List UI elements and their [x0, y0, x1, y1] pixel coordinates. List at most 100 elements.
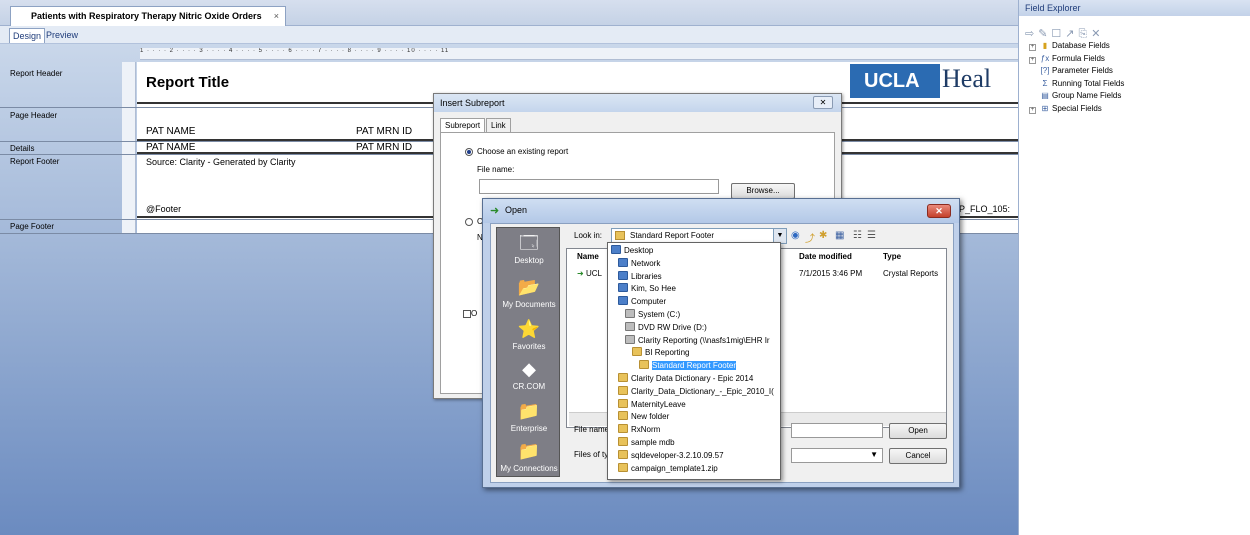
- section-report-footer[interactable]: Report Footer: [10, 157, 59, 166]
- browse-button[interactable]: Browse...: [731, 183, 795, 199]
- checkbox-icon[interactable]: [463, 309, 471, 318]
- files-of-type-select[interactable]: ▼: [791, 448, 883, 463]
- place-cr-com[interactable]: ◆ CR.COM: [497, 358, 561, 391]
- footer-formula-field[interactable]: @Footer: [146, 204, 181, 214]
- expand-icon[interactable]: +: [1029, 44, 1036, 51]
- dropdown-item[interactable]: Computer: [618, 296, 666, 307]
- tab-preview[interactable]: Preview: [43, 28, 81, 43]
- chevron-down-icon[interactable]: ▼: [870, 450, 878, 459]
- dropdown-item[interactable]: Desktop: [611, 245, 653, 256]
- place-my-connections[interactable]: 📁 My Connections: [497, 440, 561, 473]
- cancel-button[interactable]: Cancel: [889, 448, 947, 464]
- user-icon: [618, 283, 628, 293]
- expand-icon[interactable]: +: [1029, 56, 1036, 64]
- dropdown-item[interactable]: Clarity_Data_Dictionary_-_Epic_2010_I(: [618, 385, 774, 397]
- field-explorer-toolbar[interactable]: ⇨✎☐↗⎘✕: [1025, 27, 1105, 41]
- folder-icon: [618, 385, 628, 395]
- dropdown-item[interactable]: BI Reporting: [632, 347, 689, 358]
- dropdown-item[interactable]: Clarity Data Dictionary - Epic 2014: [618, 373, 753, 384]
- clipped-field[interactable]: P_FLO_105:: [959, 204, 1010, 214]
- close-icon[interactable]: ✕: [927, 204, 951, 218]
- field-explorer-item[interactable]: + ƒx Formula Fields: [1029, 54, 1105, 64]
- place-favorites[interactable]: ⭐ Favorites: [497, 318, 561, 351]
- report-title-field[interactable]: Report Title: [146, 74, 229, 91]
- tab-link[interactable]: Link: [486, 118, 511, 133]
- chevron-down-icon[interactable]: ▼: [773, 229, 786, 243]
- page-header-pat-name[interactable]: PAT NAME: [146, 126, 195, 137]
- dropdown-item[interactable]: Libraries: [618, 270, 662, 282]
- back-icon[interactable]: ◉: [791, 230, 800, 241]
- close-tab-icon[interactable]: ×: [274, 11, 279, 21]
- dropdown-item[interactable]: sample mdb: [618, 437, 675, 448]
- dropdown-item[interactable]: Network: [618, 257, 661, 269]
- place-enterprise[interactable]: 📁 Enterprise: [497, 400, 561, 433]
- section-report-header[interactable]: Report Header: [10, 69, 62, 78]
- desktop-icon: 🗔: [519, 233, 539, 253]
- column-type[interactable]: Type: [883, 252, 901, 261]
- dropdown-item[interactable]: campaign_template1.zip: [618, 462, 718, 474]
- tab-subreport[interactable]: Subreport: [440, 118, 486, 133]
- place-desktop[interactable]: 🗔 Desktop: [497, 232, 561, 265]
- field-explorer-item[interactable]: + ⊞ Special Fields: [1029, 104, 1102, 114]
- expand-icon[interactable]: +: [1029, 106, 1036, 114]
- special-fields-icon: ⊞: [1041, 103, 1049, 113]
- logo-health-text[interactable]: Heal: [942, 64, 991, 94]
- section-page-header[interactable]: Page Header: [10, 111, 57, 120]
- dropdown-item[interactable]: Kim, So Hee: [618, 283, 676, 294]
- file-name-input[interactable]: [479, 179, 719, 194]
- dropdown-item[interactable]: New folder: [618, 411, 669, 422]
- field-explorer-item[interactable]: + ▮ Database Fields: [1029, 41, 1110, 51]
- tab-design[interactable]: Design: [9, 28, 46, 43]
- dropdown-item-label: Libraries: [631, 271, 662, 281]
- dropdown-item[interactable]: Standard Report Footer: [639, 360, 737, 371]
- field-explorer-item[interactable]: [?] Parameter Fields: [1029, 66, 1113, 75]
- dropdown-item[interactable]: DVD RW Drive (D:): [625, 321, 707, 333]
- file-row[interactable]: ➜ UCL: [577, 269, 602, 278]
- open-button[interactable]: Open: [889, 423, 947, 439]
- document-tab[interactable]: Patients with Respiratory Therapy Nitric…: [10, 6, 286, 26]
- field-explorer-item[interactable]: ▤ Group Name Fields: [1029, 91, 1121, 100]
- documents-icon: 📂: [517, 277, 541, 297]
- look-in-dropdown[interactable]: Desktop Network Libraries Kim, So Hee Comput…: [607, 242, 781, 480]
- dropdown-item[interactable]: RxNorm: [618, 424, 660, 435]
- dropdown-item[interactable]: MaternityLeave: [618, 398, 686, 410]
- details-pat-name[interactable]: PAT NAME: [146, 142, 195, 153]
- dropdown-item[interactable]: System (C:): [625, 309, 680, 320]
- close-icon[interactable]: ✕: [813, 96, 833, 109]
- views-menu-icon[interactable]: ▦: [835, 230, 844, 241]
- dvd-icon: [625, 321, 635, 331]
- radio-icon[interactable]: [465, 217, 473, 226]
- column-name[interactable]: Name: [577, 252, 599, 261]
- new-folder-icon[interactable]: ✱: [819, 230, 827, 241]
- horizontal-ruler[interactable]: 1 · · · · 2 · · · · 3 · · · · 4 · · · · …: [140, 48, 1018, 60]
- folder-icon: [618, 373, 628, 382]
- on-demand-checkbox[interactable]: O: [463, 309, 477, 318]
- footer-source-text[interactable]: Source: Clarity - Generated by Clarity: [146, 157, 296, 167]
- dropdown-item-label: Clarity Data Dictionary - Epic 2014: [631, 374, 754, 383]
- network-drive-icon: [625, 334, 635, 344]
- choose-existing-option[interactable]: Choose an existing report: [465, 147, 568, 156]
- ucla-logo[interactable]: UCLA: [850, 64, 940, 98]
- file-name-input[interactable]: [791, 423, 883, 438]
- dropdown-item[interactable]: Clarity Reporting (\\nasfs1mig\EHR Ir: [625, 334, 770, 346]
- mode-tab-bar: Design Preview: [0, 26, 1018, 44]
- section-details[interactable]: Details: [10, 144, 34, 153]
- field-explorer-item-label: Parameter Fields: [1052, 66, 1113, 75]
- up-folder-icon[interactable]: ⤴: [805, 230, 815, 245]
- create-subreport-option[interactable]: C: [465, 217, 483, 226]
- details-pat-mrn[interactable]: PAT MRN ID: [356, 142, 412, 153]
- details-view-icon[interactable]: ☰: [867, 230, 876, 241]
- look-in-label: Look in:: [574, 231, 603, 240]
- dropdown-item-label: Computer: [631, 297, 667, 307]
- radio-icon[interactable]: [465, 147, 473, 156]
- list-view-icon[interactable]: ☷: [853, 230, 862, 241]
- dropdown-item[interactable]: sqldeveloper-3.2.10.09.57: [618, 449, 724, 461]
- section-page-footer[interactable]: Page Footer: [10, 222, 54, 231]
- field-explorer-item[interactable]: Σ Running Total Fields: [1029, 79, 1125, 88]
- vertical-ruler[interactable]: [122, 62, 136, 234]
- column-date-modified[interactable]: Date modified: [799, 252, 852, 261]
- place-my-documents[interactable]: 📂 My Documents: [497, 276, 561, 309]
- file-name-label: File name:: [477, 165, 515, 174]
- page-header-pat-mrn[interactable]: PAT MRN ID: [356, 126, 412, 137]
- dropdown-item-label: Network: [631, 258, 661, 268]
